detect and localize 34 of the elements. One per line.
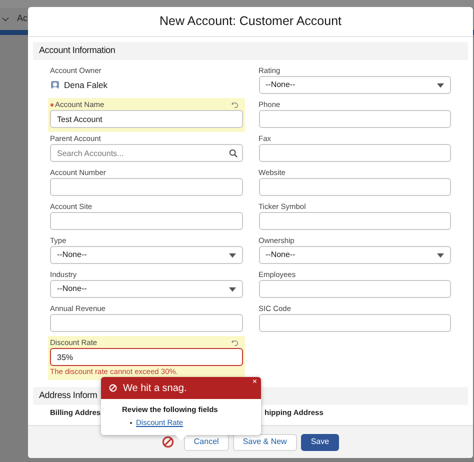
- close-button[interactable]: ×: [252, 378, 257, 386]
- input-field[interactable]: 35%: [50, 348, 242, 366]
- input-field[interactable]: [258, 280, 451, 298]
- select-field[interactable]: --None--: [50, 246, 242, 264]
- save-button[interactable]: Save: [300, 434, 340, 450]
- search-icon: [228, 149, 238, 158]
- caret-icon: [437, 252, 444, 258]
- input-field[interactable]: [50, 314, 242, 332]
- input-field[interactable]: [258, 314, 451, 332]
- select-field[interactable]: --None--: [258, 76, 451, 94]
- caret-icon: [228, 252, 236, 258]
- section-header: Account Information: [33, 42, 468, 60]
- owner-name[interactable]: Dena Falek: [64, 78, 108, 92]
- error-icon: [109, 384, 117, 392]
- input-field[interactable]: [50, 178, 242, 196]
- input-field[interactable]: [258, 212, 451, 230]
- input-field[interactable]: [258, 144, 451, 162]
- caret-icon: [228, 286, 236, 292]
- input-field[interactable]: [258, 110, 451, 128]
- select-field[interactable]: --None--: [50, 280, 242, 298]
- error-icon[interactable]: [162, 436, 174, 448]
- modal-title: New Account: Customer Account: [159, 13, 342, 30]
- footer-button[interactable]: Save & New: [232, 434, 297, 450]
- chevron-down-icon[interactable]: [2, 16, 9, 22]
- select-field[interactable]: --None--: [258, 246, 451, 264]
- undo-icon[interactable]: [230, 339, 238, 347]
- user-avatar-icon: [50, 80, 60, 90]
- tab-label[interactable]: Ac: [17, 12, 28, 26]
- undo-icon[interactable]: [230, 101, 238, 109]
- input-field[interactable]: [258, 178, 451, 196]
- caret-icon: [437, 82, 444, 88]
- input-field[interactable]: [50, 212, 242, 230]
- input-field[interactable]: Test Account: [50, 110, 242, 128]
- search-field[interactable]: Search Accounts...: [50, 144, 242, 162]
